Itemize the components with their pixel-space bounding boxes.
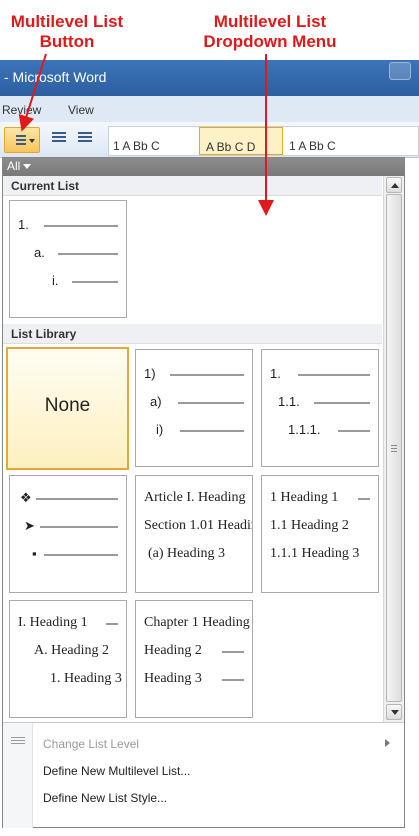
- menu-item-label: Change List Level: [43, 737, 140, 751]
- window-control-button[interactable]: [389, 62, 411, 80]
- tile-level-label: i): [156, 422, 164, 437]
- tile-level-label: 1.1.: [278, 394, 300, 409]
- list-tile-none[interactable]: None: [6, 347, 129, 470]
- tile-level-label: 1.1 Heading 2: [270, 518, 349, 533]
- list-tile-numbered-headings[interactable]: 1 Heading 1 1.1 Heading 2 1.1.1 Heading …: [261, 475, 379, 593]
- list-tile-chapter-headings[interactable]: Chapter 1 Heading Heading 2 Heading 3: [135, 600, 253, 718]
- chevron-down-icon: [29, 139, 35, 143]
- filter-all-button[interactable]: All: [7, 159, 32, 173]
- tile-level-label: ❖: [20, 490, 32, 505]
- tab-review[interactable]: Review: [2, 103, 41, 117]
- current-list-tile[interactable]: 1. a. i.: [9, 200, 127, 318]
- scroll-up-button[interactable]: [386, 177, 402, 193]
- tab-view[interactable]: View: [68, 103, 94, 117]
- chevron-right-icon: [385, 739, 390, 747]
- tile-level-label: Chapter 1 Heading: [144, 615, 250, 630]
- style-heading-1[interactable]: 1 A Bb C: [289, 127, 409, 155]
- chevron-down-icon: [391, 710, 399, 715]
- tile-level-label: i.: [52, 273, 59, 288]
- menu-item-label: Define New List Style...: [43, 791, 168, 805]
- menu-item-define-new-multilevel-list[interactable]: Define New Multilevel List...: [3, 756, 404, 782]
- tile-level-label: 1): [144, 366, 156, 381]
- tile-level-label: 1 Heading 1: [270, 490, 339, 505]
- scroll-thumb[interactable]: [386, 194, 402, 702]
- tile-level-label: ▪: [32, 546, 37, 561]
- multilevel-list-button[interactable]: [4, 127, 40, 153]
- tile-level-label: a): [150, 394, 162, 409]
- tile-level-label: Heading 3: [144, 671, 202, 686]
- list-tile-roman-headings[interactable]: I. Heading 1 A. Heading 2 1. Heading 3: [9, 600, 127, 718]
- tile-level-label: Article I. Heading: [144, 490, 246, 505]
- increase-indent-icon[interactable]: [78, 132, 92, 144]
- menu-item-change-list-level[interactable]: Change List Level: [3, 729, 404, 755]
- decrease-indent-icon[interactable]: [52, 132, 66, 144]
- tile-level-label: (a) Heading 3: [148, 546, 225, 561]
- list-gallery: Current List 1. a. i. List Library None …: [3, 176, 382, 722]
- quick-styles-gallery: 1 A Bb C A Bb C D 1 A Bb C: [108, 126, 419, 156]
- grip-icon: [391, 445, 397, 454]
- list-tile-numbered-paren[interactable]: 1) a) i): [135, 349, 253, 467]
- tile-level-label: 1.: [270, 366, 281, 381]
- menu-item-define-new-list-style[interactable]: Define New List Style...: [3, 783, 404, 809]
- gallery-scrollbar[interactable]: [383, 176, 404, 722]
- tile-level-label: I. Heading 1: [18, 615, 88, 630]
- tile-level-label: 1.1.1.: [288, 422, 321, 437]
- list-library-header: List Library: [3, 324, 382, 344]
- gallery-filter-bar: All: [3, 158, 404, 176]
- chevron-down-icon: [23, 164, 32, 170]
- tile-level-label: Heading 2: [144, 643, 202, 658]
- list-level-icon: [11, 737, 25, 747]
- tile-level-label: A. Heading 2: [34, 643, 110, 658]
- multilevel-list-dropdown: All Current List 1. a. i. List Library N…: [2, 157, 405, 828]
- style-normal[interactable]: 1 A Bb C: [113, 127, 199, 155]
- list-tile-bullets[interactable]: ❖ ➤ ▪: [9, 475, 127, 593]
- tile-level-label: 1.: [18, 217, 29, 232]
- tile-level-label: Section 1.01 Heading: [144, 518, 253, 533]
- list-tile-article-section[interactable]: Article I. Heading Section 1.01 Heading …: [135, 475, 253, 593]
- chevron-up-icon: [391, 183, 399, 188]
- current-list-header: Current List: [3, 176, 382, 196]
- window-title: - Microsoft Word: [4, 69, 107, 85]
- dropdown-menu: Change List Level Define New Multilevel …: [3, 722, 404, 828]
- multilevel-list-icon: [10, 133, 26, 147]
- style-no-spacing[interactable]: A Bb C D: [199, 127, 283, 155]
- ribbon-paragraph-group: 1 A Bb C A Bb C D 1 A Bb C: [0, 122, 419, 158]
- scroll-down-button[interactable]: [386, 704, 402, 720]
- annotation-multilevel-list-dropdown: Multilevel List Dropdown Menu: [203, 12, 337, 51]
- tile-level-label: ➤: [24, 518, 35, 533]
- tile-level-label: a.: [34, 245, 45, 260]
- annotation-multilevel-list-button: Multilevel List Button: [10, 12, 124, 51]
- window-title-bar: - Microsoft Word: [0, 60, 419, 96]
- none-label: None: [44, 395, 91, 416]
- tile-level-label: 1.1.1 Heading 3: [270, 546, 360, 561]
- list-tile-legal-numbering[interactable]: 1. 1.1. 1.1.1.: [261, 349, 379, 467]
- menu-item-label: Define New Multilevel List...: [43, 764, 191, 778]
- tile-level-label: 1. Heading 3: [50, 671, 122, 686]
- ribbon-tab-bar: Review View: [0, 96, 419, 122]
